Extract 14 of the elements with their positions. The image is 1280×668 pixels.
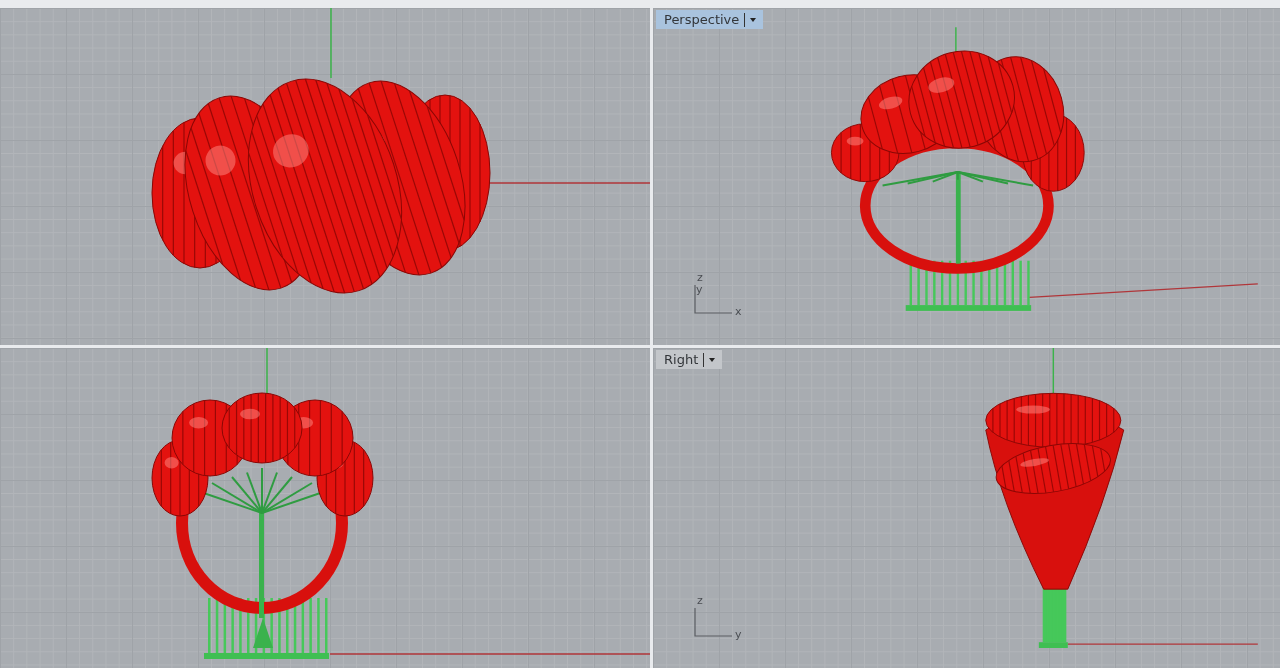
axis-line — [330, 8, 332, 79]
axis-label: z — [697, 271, 703, 284]
viewport-tab[interactable]: Right — [656, 350, 723, 369]
viewport[interactable] — [0, 348, 650, 668]
axis-label: y — [735, 628, 742, 641]
axis-label: x — [735, 305, 742, 318]
axis-label: z — [697, 594, 703, 607]
viewport[interactable] — [0, 8, 650, 345]
axis-icon — [694, 285, 734, 315]
axis-label: y — [696, 283, 703, 296]
viewport[interactable]: Right z y — [653, 348, 1280, 668]
viewport-tab[interactable]: Perspective — [656, 10, 764, 29]
viewport[interactable]: Perspective z y x — [653, 8, 1280, 345]
axis-icon — [694, 608, 734, 638]
